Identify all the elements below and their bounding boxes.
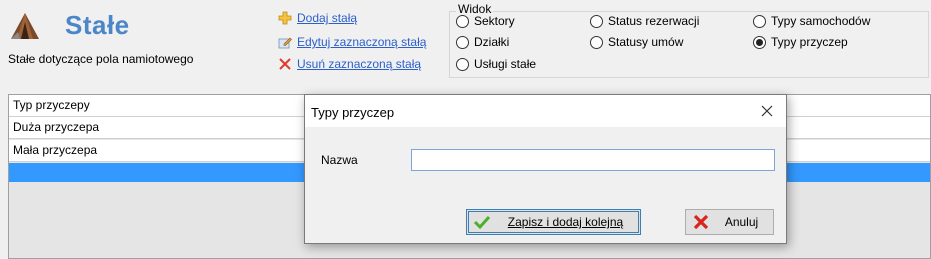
page-title: Stałe [65,10,130,40]
dialog-title: Typy przyczep [311,105,395,120]
radio-circle [456,14,469,28]
radio-label: Typy przyczep [771,35,848,49]
cancel-button-label: Anuluj [724,215,759,229]
radio-circle-selected [753,35,766,49]
radio-label: Status rezerwacji [608,14,700,28]
edit-constant-label: Edytuj zaznaczoną stałą [297,35,427,49]
plus-icon [278,11,292,25]
page-subtitle: Stałe dotyczące pola namiotowego [8,52,194,66]
radio-label: Typy samochodów [771,14,871,28]
radio-label: Usługi stałe [474,57,537,71]
remove-constant-label: Usuń zaznaczoną stałą [297,57,422,71]
dialog-titlebar: Typy przyczep [305,95,786,127]
add-constant-link[interactable]: Dodaj stałą [278,11,357,25]
radio-circle [590,14,603,28]
edit-icon [278,35,292,49]
radio-status-rezerwacji[interactable]: Status rezerwacji [590,14,699,28]
radio-uslugi-stale[interactable]: Usługi stałe [456,57,536,71]
name-label: Nazwa [321,153,358,167]
delete-x-icon [278,57,292,71]
save-and-add-next-button[interactable]: Zapisz i dodaj kolejną [466,209,641,235]
radio-dzialki[interactable]: Działki [456,35,509,49]
radio-label: Sektory [474,14,515,28]
remove-constant-link[interactable]: Usuń zaznaczoną stałą [278,57,421,71]
cancel-button[interactable]: Anuluj [685,209,774,235]
cancel-x-icon [692,213,710,231]
radio-circle [590,35,603,49]
radio-circle [753,14,766,28]
radio-typy-samochodow[interactable]: Typy samochodów [753,14,870,28]
radio-label: Działki [474,35,510,49]
radio-circle [456,35,469,49]
close-icon[interactable] [758,102,776,120]
save-button-label: Zapisz i dodaj kolejną [507,215,624,229]
radio-typy-przyczep[interactable]: Typy przyczep [753,35,848,49]
tent-logo-icon [8,10,42,44]
radio-statusy-umow[interactable]: Statusy umów [590,35,683,49]
edit-constant-link[interactable]: Edytuj zaznaczoną stałą [278,35,426,49]
trailer-types-dialog: Typy przyczep Nazwa Zapisz i dodaj kolej… [304,94,787,244]
radio-sektory[interactable]: Sektory [456,14,515,28]
radio-circle [456,57,469,71]
checkmark-icon [473,213,491,231]
name-input[interactable] [411,149,775,171]
add-constant-label: Dodaj stałą [297,11,358,25]
radio-label: Statusy umów [608,35,684,49]
